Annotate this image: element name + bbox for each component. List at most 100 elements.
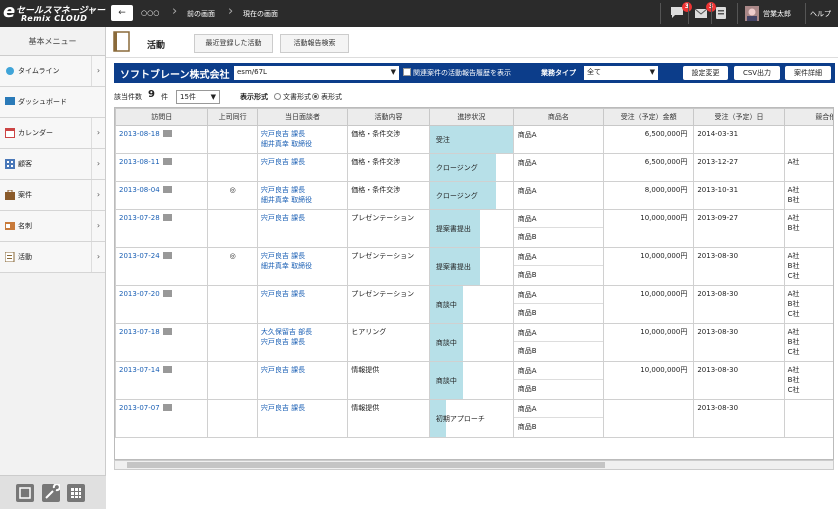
attendee-link[interactable]: 宍戸良吉 課長 (261, 157, 344, 167)
attendee-link[interactable]: 宍戸良吉 課長 (261, 337, 344, 347)
calendar-icon[interactable] (162, 214, 172, 221)
message-icon[interactable]: 3 (670, 2, 692, 21)
competitor-name: C社 (787, 348, 800, 356)
visit-date-link[interactable]: 2013-08-11 (119, 158, 160, 166)
sidebar-item-calendar[interactable]: カレンダー › (0, 118, 105, 149)
sidebar-item-customer[interactable]: 顧客 › (0, 149, 105, 180)
visit-date-link[interactable]: 2013-08-18 (119, 130, 160, 138)
activity-icon (5, 252, 15, 262)
attendee-link[interactable]: 宍戸良吉 課長 (261, 185, 344, 195)
breadcrumb-item-1[interactable]: ○○○ (141, 9, 159, 17)
visit-date-link[interactable]: 2013-07-28 (119, 214, 160, 222)
avatar[interactable] (745, 6, 759, 21)
column-header[interactable]: 受注（予定）金額 (603, 108, 695, 126)
visit-date-link[interactable]: 2013-07-14 (119, 366, 160, 374)
user-name[interactable]: 営業太郎 (763, 9, 791, 19)
calendar-icon[interactable] (162, 290, 172, 297)
chevron-right-icon[interactable]: › (91, 180, 105, 210)
attendee-link[interactable]: 大久保留吉 部長 (261, 327, 344, 337)
deal-select[interactable]: esm/67L ▼ (234, 66, 399, 80)
visit-date-link[interactable]: 2013-07-20 (119, 290, 160, 298)
help-link[interactable]: ヘルプ (810, 9, 831, 19)
attendee-link[interactable]: 宍戸良吉 課長 (261, 129, 344, 139)
settings-button[interactable]: 設定変更 (683, 66, 728, 80)
customer-icon (5, 159, 15, 169)
column-header[interactable]: 商品名 (512, 108, 605, 126)
chevron-down-icon: ▼ (210, 93, 216, 101)
business-type-select[interactable]: 全て ▼ (584, 66, 658, 80)
column-header[interactable]: 上司同行 (207, 108, 258, 126)
chevron-right-icon[interactable]: › (91, 242, 105, 272)
competitors-cell (783, 399, 833, 438)
column-header[interactable]: 受注（予定）日 (693, 108, 785, 126)
attendee-link[interactable]: 宍戸良吉 課長 (261, 365, 344, 375)
column-header[interactable]: 競合他社 (783, 108, 833, 126)
sidebar-item-timeline[interactable]: タイムライン › (0, 56, 105, 87)
format-table-radio[interactable] (312, 93, 319, 100)
per-page-select[interactable]: 15件 ▼ (176, 90, 220, 104)
visit-date-link[interactable]: 2013-07-07 (119, 404, 160, 412)
tab-activity-search[interactable]: 活動報告検索 (280, 34, 349, 53)
column-header[interactable]: 当日面談者 (256, 108, 349, 126)
product-name: 商品B (517, 423, 537, 431)
deal-detail-button[interactable]: 案件詳細 (785, 66, 831, 80)
table-row: 2013-08-11 宍戸良吉 課長 価格・条件交渉 クロージング 商品A 6,500,0… (115, 153, 833, 182)
attendee-link[interactable]: 宍戸良吉 課長 (261, 251, 344, 261)
progress-label: クロージング (435, 163, 478, 172)
related-deals-label: 関連案件の活動報告履歴を表示 (413, 69, 511, 77)
visit-date-cell: 2013-07-20 (115, 285, 209, 324)
horizontal-scrollbar[interactable] (114, 460, 834, 470)
chevron-right-icon[interactable]: › (91, 118, 105, 148)
main-content: 活動 最近登録した活動 活動報告検索 ソフトブレーン株式会社 esm/67L ▼ … (106, 27, 838, 509)
sidebar-item-activity[interactable]: 活動 › (0, 242, 105, 273)
attendee-link[interactable]: 宍戸良吉 課長 (261, 289, 344, 299)
chevron-right-icon[interactable]: › (91, 56, 105, 86)
attendee-link[interactable]: 宍戸良吉 課長 (261, 403, 344, 413)
chevron-right-icon[interactable]: › (91, 211, 105, 241)
progress-label: 受注 (435, 135, 450, 144)
progress-cell: クロージング (428, 153, 514, 182)
column-header[interactable]: 活動内容 (347, 108, 430, 126)
calendar-icon (5, 128, 15, 138)
calendar-icon[interactable] (162, 186, 172, 193)
attendee-link[interactable]: 細井真幸 取締役 (261, 261, 344, 271)
attendee-link[interactable]: 細井真幸 取締役 (261, 195, 344, 205)
wrench-icon[interactable] (42, 483, 61, 502)
app-logo[interactable]: e セールスマネージャー Remix CLOUD (3, 1, 114, 25)
column-header[interactable]: 訪問日 (115, 108, 209, 126)
company-name[interactable]: ソフトブレーン株式会社 (120, 66, 230, 81)
chevron-right-icon[interactable]: › (91, 149, 105, 179)
sidebar-item-business-card[interactable]: 名刺 › (0, 211, 105, 242)
activity-content-cell: プレゼンテーション (347, 285, 430, 324)
attendee-link[interactable]: 宍戸良吉 課長 (261, 213, 344, 223)
competitor-name: A社 (787, 214, 800, 222)
mail-icon[interactable]: 3 (694, 2, 716, 21)
visit-date-link[interactable]: 2013-07-18 (119, 328, 160, 336)
back-button[interactable]: ← (111, 5, 133, 21)
calendar-icon[interactable] (162, 158, 172, 165)
scrollbar-thumb[interactable] (127, 462, 605, 468)
competitors-cell: A社 B社 (783, 209, 833, 248)
activity-content-cell: 価格・条件交渉 (347, 181, 430, 210)
format-document-radio[interactable] (274, 93, 281, 100)
column-header[interactable]: 進捗状況 (428, 108, 514, 126)
breadcrumb-item-2[interactable]: 前の画面 (187, 9, 215, 19)
calendar-icon[interactable] (162, 404, 172, 411)
calendar-icon[interactable] (162, 130, 172, 137)
csv-export-button[interactable]: CSV出力 (734, 66, 780, 80)
tablet-icon[interactable] (715, 6, 731, 21)
order-date-cell: 2013-08-30 (693, 323, 785, 362)
calendar-icon[interactable] (162, 252, 172, 259)
related-deals-checkbox[interactable] (403, 68, 411, 76)
visit-date-link[interactable]: 2013-07-24 (119, 252, 160, 260)
calendar-icon[interactable] (162, 366, 172, 373)
grid-icon[interactable] (67, 484, 85, 502)
sidebar-item-dashboard[interactable]: ダッシュボード (0, 87, 105, 118)
sidebar-item-deal[interactable]: 案件 › (0, 180, 105, 211)
tab-recent-activities[interactable]: 最近登録した活動 (194, 34, 273, 53)
calendar-icon[interactable] (162, 328, 172, 335)
visit-date-link[interactable]: 2013-08-04 (119, 186, 160, 194)
window-icon[interactable] (16, 484, 34, 502)
order-date-cell: 2013-08-30 (693, 285, 785, 324)
attendee-link[interactable]: 細井真幸 取締役 (261, 139, 344, 149)
